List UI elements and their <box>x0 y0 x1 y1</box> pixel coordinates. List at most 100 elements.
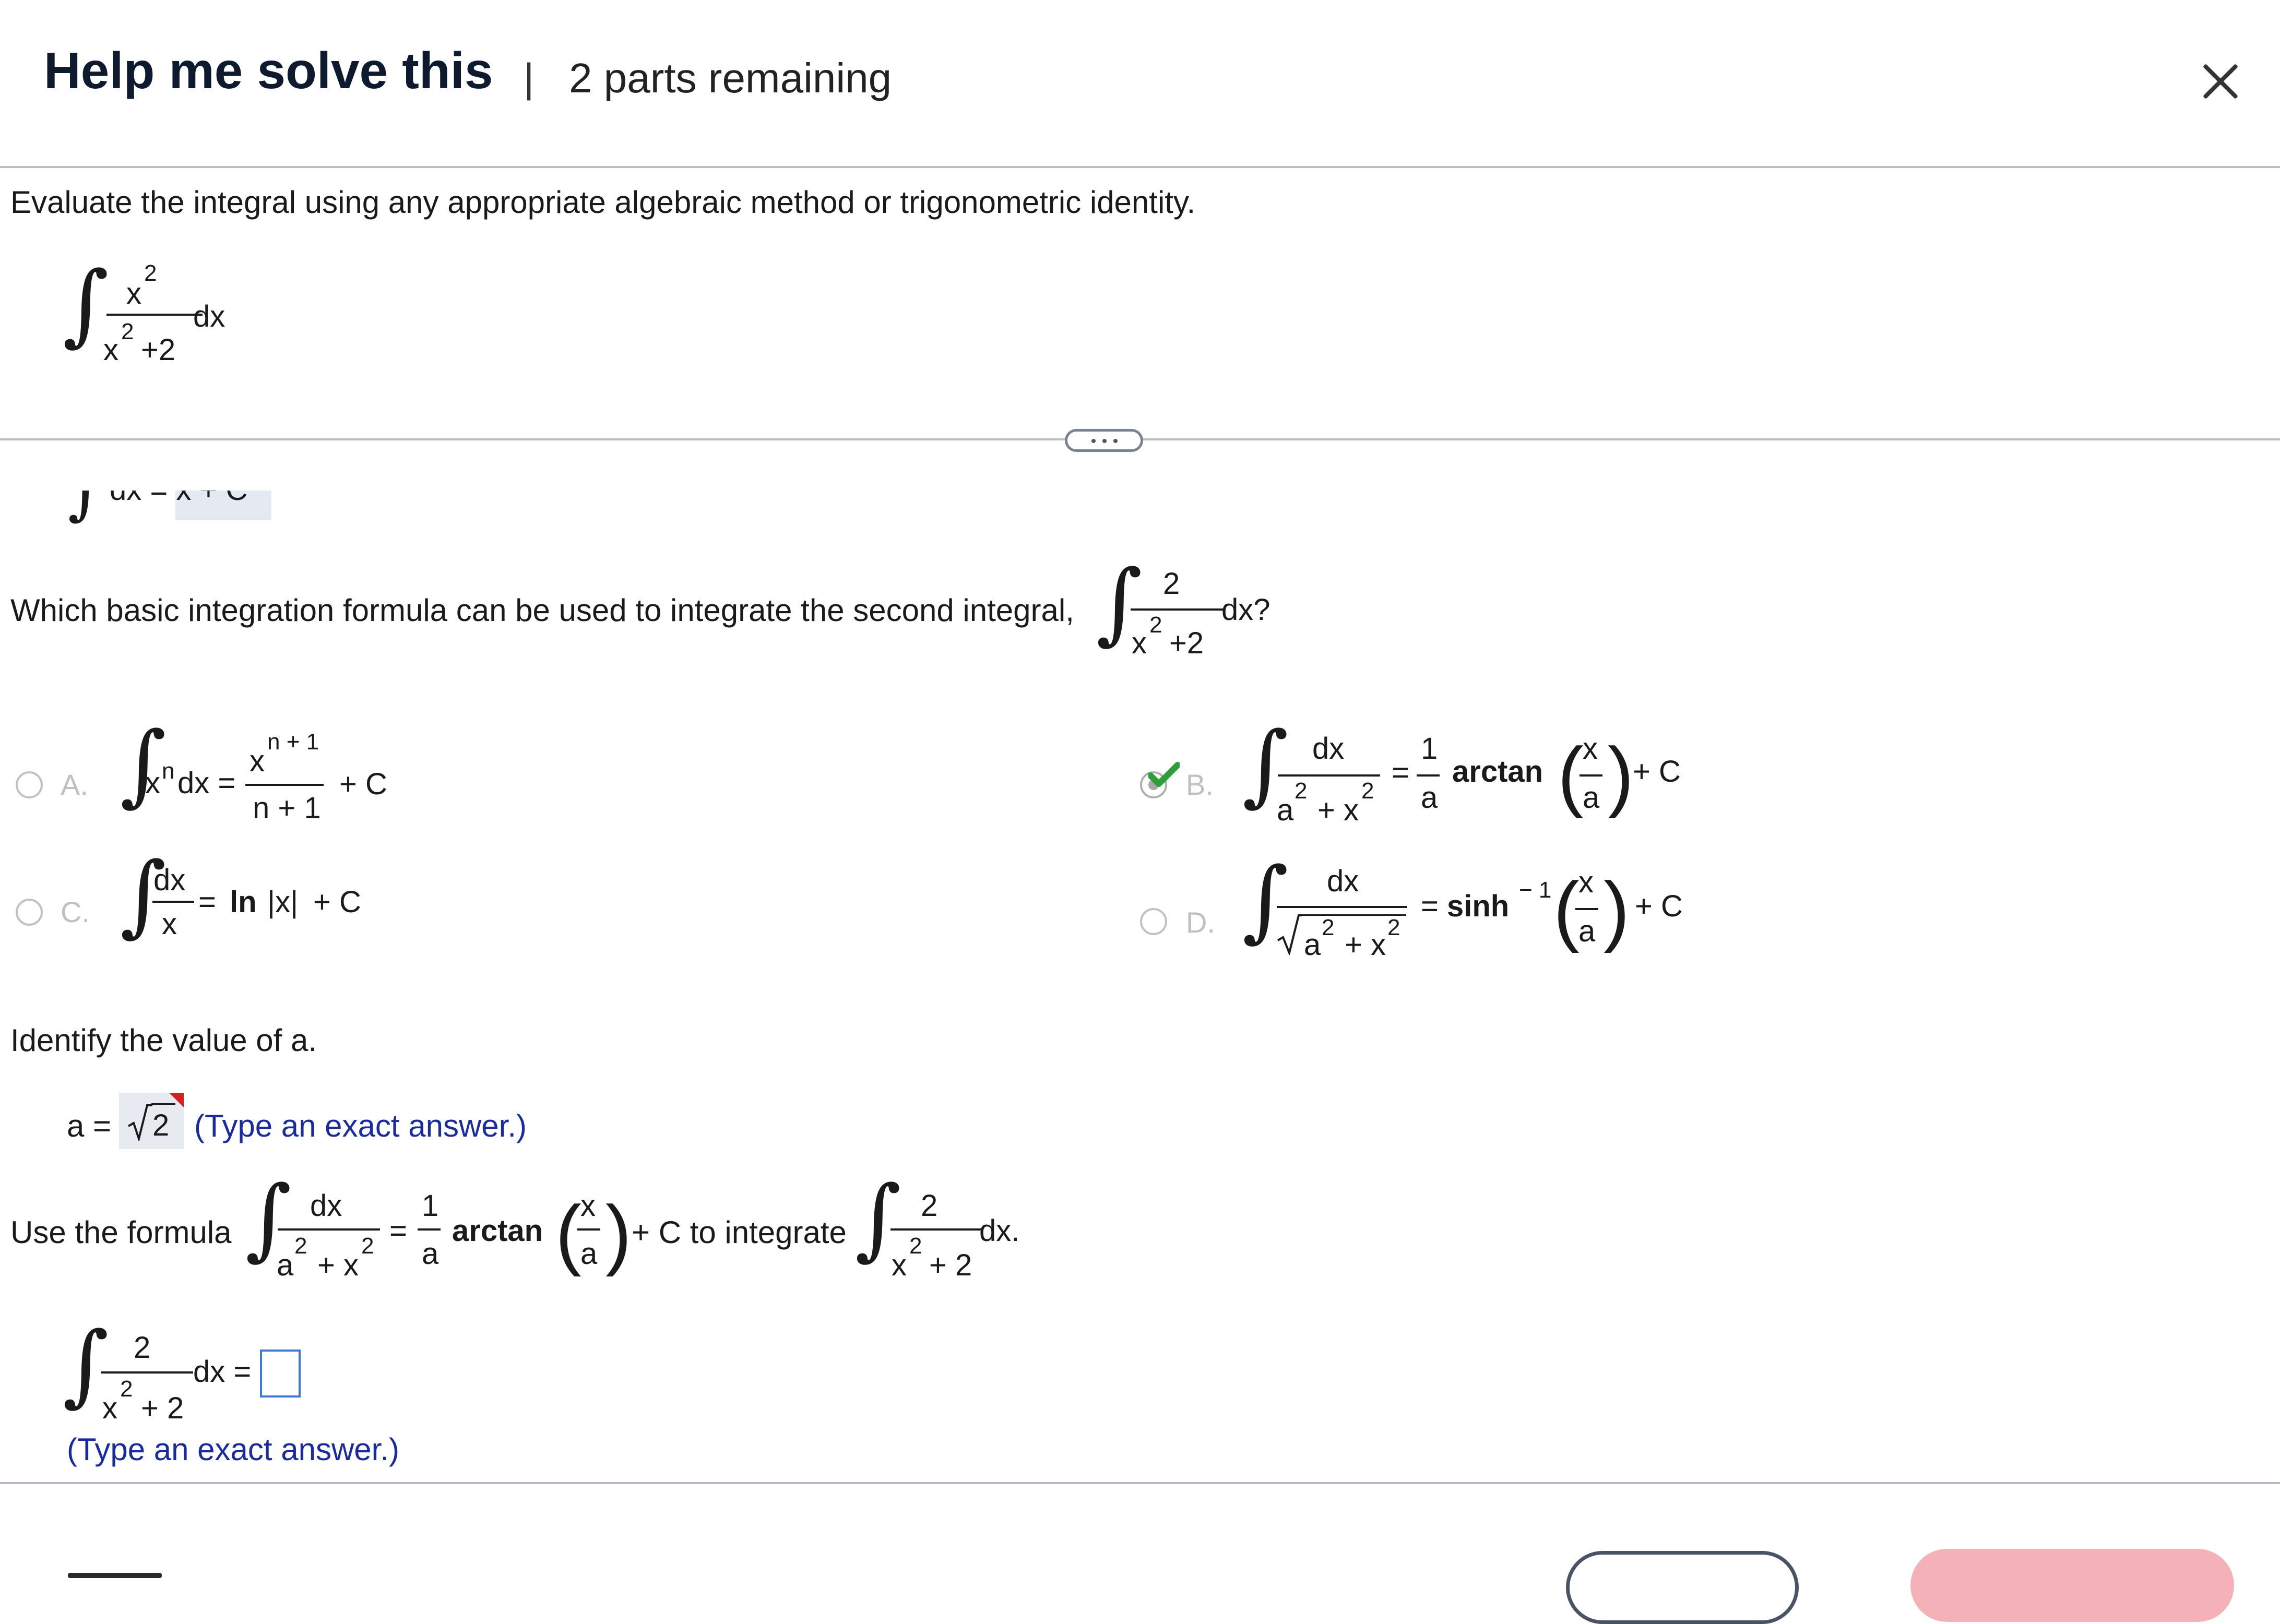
parts-remaining-label: 2 parts remaining <box>569 55 892 101</box>
option-b-paren-x: x <box>1583 732 1598 766</box>
option-d-numerator: dx <box>1327 864 1359 898</box>
fraction-bar <box>1580 774 1602 777</box>
second-integral: ∫ 2 x 2 +2 dx? <box>1096 558 1284 673</box>
option-b-one: 1 <box>1421 732 1438 766</box>
option-a-base: x <box>145 766 160 800</box>
q4-den-exp: 2 <box>120 1376 133 1402</box>
option-c-abs-x: |x| <box>267 885 299 919</box>
option-a-denominator: n + 1 <box>253 791 321 825</box>
fraction-bar <box>1278 774 1380 777</box>
q3-den-exp2: 2 <box>361 1233 374 1259</box>
numerator: x <box>126 277 141 311</box>
option-d-letter: D. <box>1186 906 1215 939</box>
numerator: 2 <box>1163 567 1180 601</box>
option-d-den-a: a <box>1304 928 1321 962</box>
fraction-bar <box>1417 774 1440 777</box>
denominator-exponent: 2 <box>1149 612 1162 638</box>
final-answer-input[interactable] <box>260 1350 301 1398</box>
fraction-bar <box>106 314 203 316</box>
option-c-denominator: x <box>162 907 177 941</box>
option-a-exponent: n <box>162 758 175 784</box>
fraction-bar <box>152 901 194 903</box>
radio-option-d[interactable] <box>1140 908 1167 935</box>
option-b-numerator: dx <box>1312 732 1345 766</box>
previous-step-clipped: ∫ dx = x + C <box>63 491 271 527</box>
option-d-den-exp1: 2 <box>1322 915 1335 940</box>
radio-option-a[interactable] <box>16 771 43 798</box>
close-icon[interactable] <box>2200 61 2241 102</box>
option-d-equals: = <box>1421 889 1439 923</box>
q3-mid-text: + C to integrate <box>632 1215 847 1250</box>
option-b-function: arctan <box>1452 755 1543 789</box>
option-b-den-x: + x <box>1317 793 1359 827</box>
expand-handle[interactable] <box>1065 429 1143 452</box>
fraction-bar <box>1131 608 1224 611</box>
fraction-bar <box>278 1228 380 1231</box>
option-a-constant: + C <box>339 767 387 801</box>
q3-den-a: a <box>277 1248 294 1282</box>
fraction-bar <box>101 1371 193 1374</box>
a-answer-box[interactable]: 2 <box>119 1093 184 1149</box>
denominator-exponent: 2 <box>121 319 134 344</box>
secondary-button[interactable] <box>1566 1551 1799 1624</box>
fraction-bar <box>577 1228 600 1231</box>
q3-den-exp1: 2 <box>294 1233 307 1259</box>
option-b-equals: = <box>1392 756 1409 790</box>
option-b-formula: ∫ dx a 2 + x 2 = 1 a arctan ( x a ) + C <box>1242 713 1681 827</box>
q3-paren-x: x <box>580 1189 596 1223</box>
denominator-base: x <box>103 333 118 367</box>
page-title: Help me solve this <box>44 42 493 99</box>
option-a-dx: dx = <box>177 766 236 800</box>
title-separator: | <box>524 55 535 101</box>
final-answer-hint: (Type an exact answer.) <box>67 1432 399 1467</box>
dx-label: dx? <box>1221 593 1270 627</box>
q3-numerator: dx <box>310 1189 342 1223</box>
q4-den-base: x <box>102 1391 117 1425</box>
identify-a-prompt: Identify the value of a. <box>10 1023 317 1058</box>
q3-function: arctan <box>452 1214 543 1248</box>
radio-option-c[interactable] <box>16 899 43 926</box>
option-a-formula: ∫ x n dx = x n + 1 n + 1 + C <box>120 713 387 825</box>
q3-paren-a: a <box>580 1237 598 1271</box>
option-b-constant: + C <box>1633 755 1681 789</box>
denominator-rest: +2 <box>1169 626 1204 660</box>
denominator-rest: +2 <box>141 333 176 367</box>
option-c-numerator: dx <box>153 863 186 897</box>
q3-one: 1 <box>422 1189 439 1223</box>
sqrt-icon <box>1277 914 1302 955</box>
footer-link-clipped[interactable] <box>68 1566 172 1578</box>
option-c-formula: ∫ dx x = ln |x| + C <box>120 843 361 947</box>
problem-integral: ∫ x 2 x 2 +2 dx <box>63 256 240 371</box>
option-d-paren-a: a <box>1578 914 1596 948</box>
header-divider <box>0 166 2280 168</box>
check-icon <box>1148 762 1180 787</box>
use-formula-label: Use the formula <box>10 1215 232 1250</box>
footer-divider <box>0 1482 2280 1484</box>
option-d-formula: ∫ dx a 2 + x 2 = sinh − 1 ( x a ) + C <box>1242 849 1683 962</box>
a-answer-value: 2 <box>152 1108 170 1142</box>
fraction-bar <box>1277 906 1407 908</box>
fraction-bar <box>1575 908 1598 910</box>
sqrt-icon <box>127 1104 152 1141</box>
q3-den2-rest: + 2 <box>929 1248 972 1282</box>
option-a-letter: A. <box>61 768 88 801</box>
option-b-a: a <box>1421 781 1438 815</box>
option-c-constant: + C <box>313 885 361 919</box>
denominator-base: x <box>1132 626 1147 660</box>
q3-numerator2: 2 <box>921 1189 938 1223</box>
primary-button[interactable] <box>1910 1549 2234 1622</box>
option-b-letter: B. <box>1186 768 1214 801</box>
option-c-equals: = <box>198 885 216 919</box>
option-c-function: ln <box>230 885 257 919</box>
q3-den2-base: x <box>892 1248 907 1282</box>
question-formula-prompt: Which basic integration formula can be u… <box>10 593 1074 628</box>
q4-den-rest: + 2 <box>141 1391 184 1425</box>
option-b-den-a: a <box>1277 793 1294 827</box>
problem-instruction: Evaluate the integral using any appropri… <box>10 185 1196 220</box>
fraction-bar <box>418 1228 441 1231</box>
dx-label: dx <box>193 300 225 333</box>
option-a-numerator-exponent: n + 1 <box>267 729 319 755</box>
integral-sign: ∫ <box>63 253 109 356</box>
numerator-exponent: 2 <box>144 260 157 286</box>
option-d-den-x: + x <box>1345 928 1386 962</box>
